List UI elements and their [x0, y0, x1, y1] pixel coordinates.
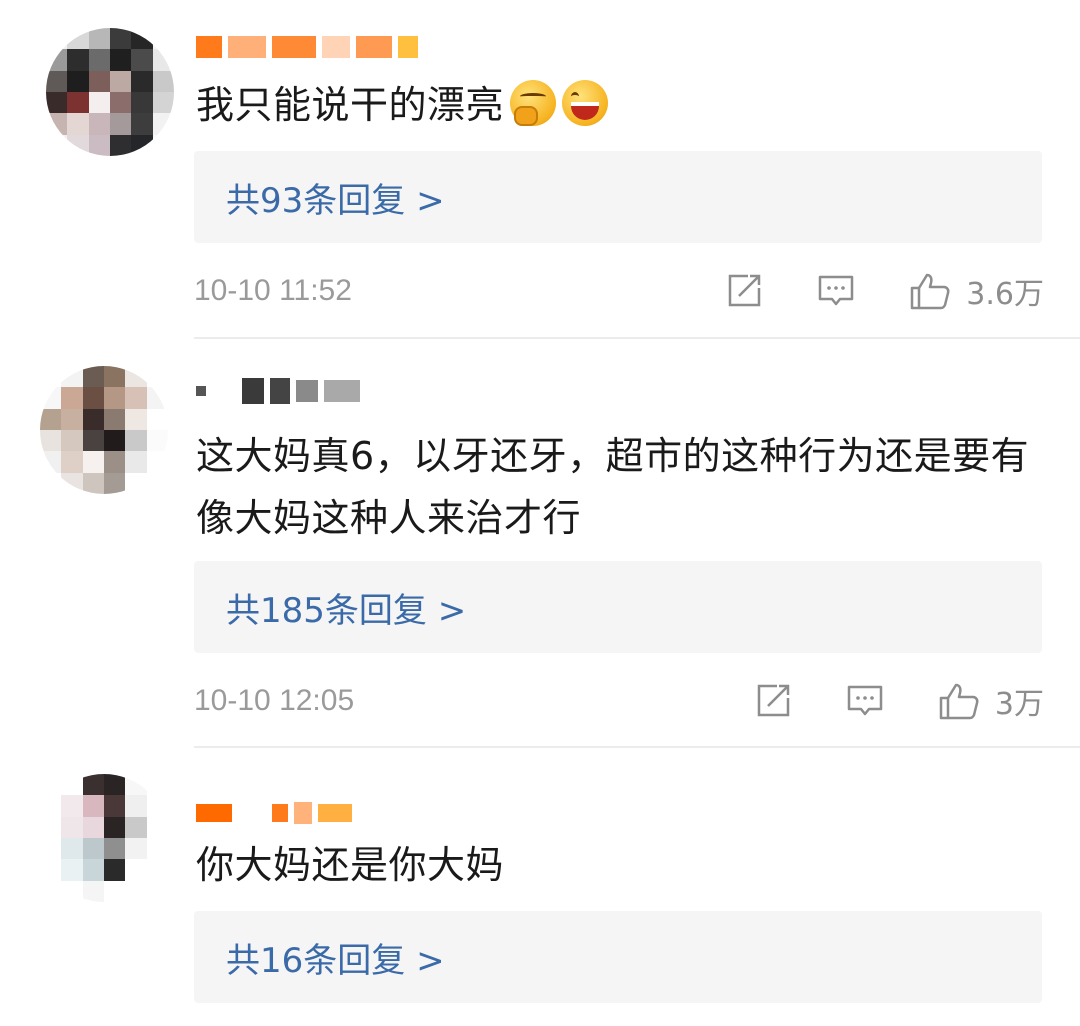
comment-text: 你大妈还是你大妈 — [196, 834, 1056, 896]
like-icon — [911, 273, 950, 310]
comment-button[interactable] — [845, 681, 885, 721]
thinking-face-icon — [510, 80, 557, 126]
like-button[interactable]: 3.6万 — [908, 269, 1044, 313]
comment-meta: 10-10 12:05 3万 — [194, 676, 1044, 726]
view-replies-button[interactable]: 共16条回复 > — [194, 911, 1042, 1003]
comment-text-content: 我只能说干的漂亮 — [196, 83, 505, 127]
action-bar: 3万 — [701, 679, 1044, 723]
comment-icon — [819, 275, 854, 306]
view-replies-button[interactable]: 共93条回复 > — [194, 151, 1042, 243]
view-replies-button[interactable]: 共185条回复 > — [194, 561, 1042, 653]
share-icon — [729, 274, 761, 307]
avatar[interactable] — [40, 366, 168, 494]
share-icon — [757, 684, 790, 717]
avatar[interactable] — [46, 28, 174, 156]
replies-count-label: 共185条回复 > — [226, 590, 467, 631]
replies-count-label: 共93条回复 > — [226, 180, 445, 221]
like-button[interactable]: 3万 — [937, 679, 1044, 723]
username-blurred[interactable] — [196, 374, 496, 408]
share-button[interactable] — [753, 681, 793, 721]
like-icon — [939, 683, 979, 720]
comment-text: 我只能说干的漂亮 — [196, 74, 1056, 136]
comment-text-content: 你大妈还是你大妈 — [196, 843, 505, 887]
divider — [194, 746, 1080, 748]
comment-icon — [847, 685, 883, 716]
avatar[interactable] — [40, 774, 168, 902]
divider — [194, 337, 1080, 339]
like-count: 3.6万 — [966, 277, 1044, 312]
username-blurred[interactable] — [196, 30, 496, 64]
like-count: 3万 — [994, 687, 1044, 722]
username-blurred[interactable] — [196, 796, 496, 830]
comment-meta: 10-10 11:52 3.6万 — [194, 266, 1044, 316]
replies-count-label: 共16条回复 > — [226, 940, 445, 981]
laughing-face-icon — [562, 80, 609, 126]
comment-text: 这大妈真6，以牙还牙，超市的这种行为还是要有像大妈这种人来治才行 — [196, 425, 1056, 549]
timestamp: 10-10 11:52 — [194, 274, 352, 307]
timestamp: 10-10 12:05 — [194, 684, 355, 717]
comment-button[interactable] — [816, 271, 856, 311]
comment-text-content: 这大妈真6，以牙还牙，超市的这种行为还是要有像大妈这种人来治才行 — [196, 434, 1030, 540]
share-button[interactable] — [724, 271, 764, 311]
action-bar: 3.6万 — [672, 269, 1044, 313]
